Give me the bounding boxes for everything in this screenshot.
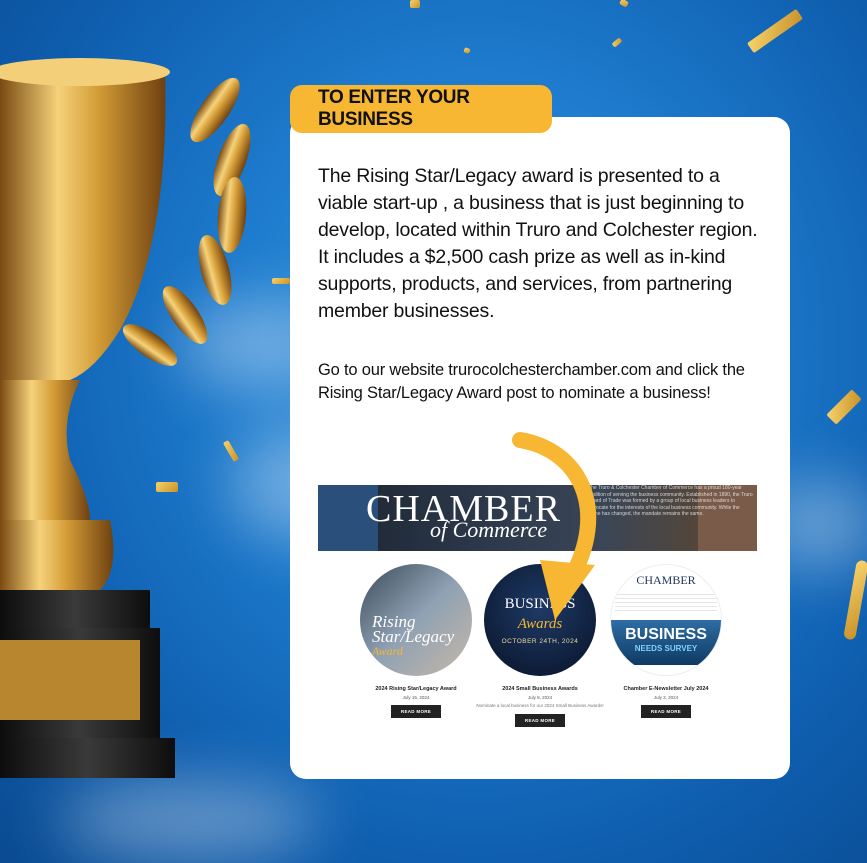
post-title[interactable]: Chamber E-Newsletter July 2024 [598, 686, 734, 692]
post-image-text: OCTOBER 24TH, 2024 [501, 638, 579, 645]
post-date: July 3, 2024 [653, 695, 679, 700]
confetti-piece [463, 47, 471, 54]
post-title[interactable]: 2024 Rising Star/Legacy Award [348, 686, 484, 692]
post-description: Nominate a local business for our 2024 S… [476, 703, 604, 708]
trophy-icon [0, 58, 251, 778]
post-image: CHAMBER BUSINESS NEEDS SURVEY [610, 564, 722, 676]
curved-arrow-icon [512, 432, 597, 620]
section-heading-text: TO ENTER YOUR BUSINESS [318, 87, 470, 130]
post-image-text: NEEDS SURVEY [634, 644, 698, 653]
post-image-text: CHAMBER [636, 573, 696, 587]
confetti-piece [619, 0, 629, 8]
award-description: The Rising Star/Legacy award is presente… [318, 165, 758, 322]
confetti-piece [843, 559, 867, 641]
post-card[interactable]: Rising Star/Legacy Award 2024 Rising Sta… [348, 564, 484, 718]
read-more-button[interactable]: READ MORE [390, 705, 442, 718]
post-date: July 8, 2024 [527, 695, 553, 700]
post-image-text: BUSINESS [625, 626, 707, 643]
post-image-text: Award [372, 644, 403, 658]
confetti-piece [746, 8, 804, 54]
read-more-button[interactable]: READ MORE [514, 714, 566, 727]
read-more-button[interactable]: READ MORE [640, 705, 692, 718]
post-title[interactable]: 2024 Small Business Awards [472, 686, 608, 692]
newsletter-lines [615, 591, 717, 613]
post-image-text: Star/Legacy [372, 627, 455, 646]
nomination-instructions: Go to our website trurocolchesterchamber… [318, 361, 745, 402]
post-date: July 15, 2024 [402, 695, 430, 700]
confetti-piece [410, 0, 420, 8]
post-image: Rising Star/Legacy Award [360, 564, 472, 676]
section-heading: TO ENTER YOUR BUSINESS [290, 85, 552, 133]
confetti-piece [611, 37, 623, 48]
confetti-piece [826, 389, 862, 425]
